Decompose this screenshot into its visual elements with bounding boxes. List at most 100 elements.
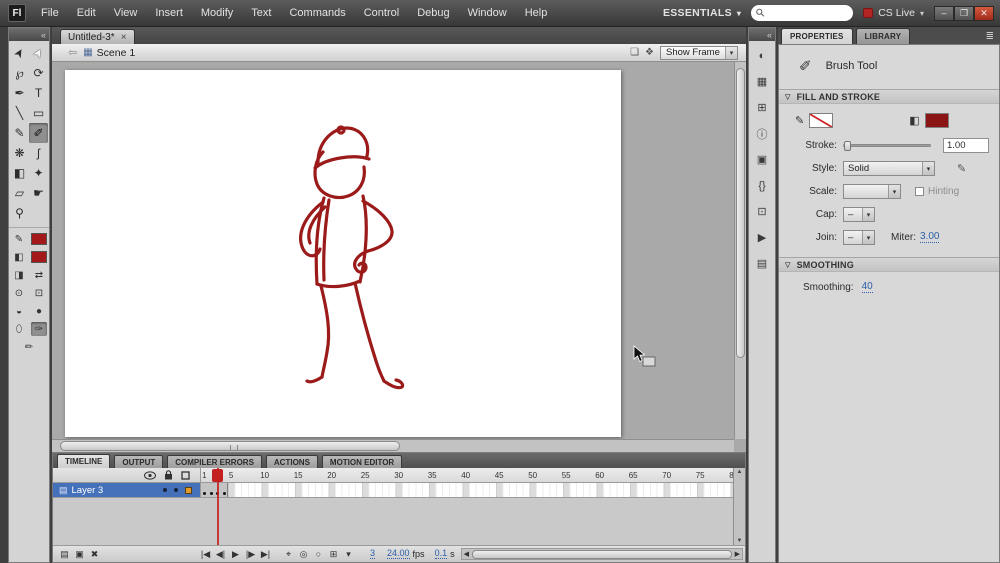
stage-vertical-scrollbar[interactable] xyxy=(734,62,746,439)
pasteboard[interactable] xyxy=(52,62,746,452)
transform-panel-icon[interactable]: ▣ xyxy=(751,149,773,170)
new-folder-button[interactable]: ▣ xyxy=(72,548,87,561)
lasso-tool[interactable]: ℘ xyxy=(10,63,29,83)
onion-skin-outlines-button[interactable]: ○ xyxy=(311,548,326,561)
scroll-down-icon[interactable]: ▼ xyxy=(737,538,743,544)
brush-mode-button[interactable]: ◒ xyxy=(11,304,27,318)
close-icon[interactable]: × xyxy=(121,32,127,43)
menu-item-view[interactable]: View xyxy=(105,0,147,27)
go-last-frame-button[interactable]: ▶| xyxy=(258,548,273,561)
paint-bucket-tool[interactable]: ◧ xyxy=(10,163,29,183)
lock-fill-button[interactable]: ⊡ xyxy=(31,286,47,300)
use-tilt-button[interactable]: ✏ xyxy=(21,340,37,354)
eye-icon[interactable] xyxy=(144,471,156,480)
app-logo-icon[interactable]: Fl xyxy=(8,4,26,22)
edit-symbols-icon[interactable]: ❖ xyxy=(645,47,654,58)
tools-panel-header[interactable]: « xyxy=(9,28,49,41)
eyedropper-tool[interactable]: ✦ xyxy=(29,163,48,183)
motion-presets-panel-icon[interactable]: ▶ xyxy=(751,227,773,248)
close-button[interactable]: ✕ xyxy=(974,6,994,21)
smoothing-section-header[interactable]: ▽ SMOOTHING xyxy=(779,257,999,272)
object-drawing-button[interactable]: ⊙ xyxy=(11,286,27,300)
cap-select[interactable]: – ▾ xyxy=(843,207,875,222)
menu-item-modify[interactable]: Modify xyxy=(192,0,242,27)
swatches-panel-icon[interactable]: ▦ xyxy=(751,71,773,92)
tab-actions[interactable]: ACTIONS xyxy=(266,455,318,468)
center-frame-button[interactable]: ⌖ xyxy=(281,548,296,561)
join-select[interactable]: – ▾ xyxy=(843,230,875,245)
free-transform-tool[interactable]: ⟳ xyxy=(29,63,48,83)
text-tool[interactable]: T xyxy=(29,83,48,103)
panel-menu-icon[interactable]: ≣ xyxy=(986,31,1000,44)
restore-button[interactable]: ❐ xyxy=(954,6,974,21)
layer-outline-swatch[interactable] xyxy=(185,487,192,494)
horizontal-scrollbar-thumb[interactable] xyxy=(60,441,400,451)
subselection-tool[interactable]: ➤ xyxy=(29,43,48,63)
menu-item-commands[interactable]: Commands xyxy=(280,0,354,27)
scroll-left-icon[interactable]: ◀ xyxy=(462,550,471,558)
scale-select[interactable]: ▾ xyxy=(843,184,901,199)
stroke-style-select[interactable]: Solid ▾ xyxy=(843,161,935,176)
keyframe-dot[interactable] xyxy=(203,492,206,495)
playhead-marker[interactable] xyxy=(212,469,223,482)
go-first-frame-button[interactable]: |◀ xyxy=(198,548,213,561)
delete-layer-button[interactable]: ✖ xyxy=(87,548,102,561)
onion-skin-button[interactable]: ◎ xyxy=(296,548,311,561)
stage-horizontal-scrollbar[interactable] xyxy=(52,439,734,452)
hinting-checkbox[interactable] xyxy=(915,187,924,196)
tab-properties[interactable]: PROPERTIES xyxy=(781,28,853,44)
components-panel-icon[interactable]: ⊡ xyxy=(751,201,773,222)
menu-item-text[interactable]: Text xyxy=(242,0,280,27)
edit-stroke-style-icon[interactable]: ✎ xyxy=(957,162,966,175)
lock-icon[interactable] xyxy=(164,470,173,480)
step-back-button[interactable]: ◀| xyxy=(213,548,228,561)
menu-item-control[interactable]: Control xyxy=(355,0,408,27)
fill-color-swatch[interactable] xyxy=(925,113,949,128)
stroke-weight-slider[interactable] xyxy=(843,144,931,147)
eraser-tool[interactable]: ▱ xyxy=(10,183,29,203)
selection-tool[interactable]: ➤ xyxy=(10,43,29,63)
use-pressure-button[interactable]: ✑ xyxy=(31,322,47,336)
layer-visibility-dot[interactable] xyxy=(163,488,167,492)
keyframe-block[interactable] xyxy=(201,483,228,497)
tab-library[interactable]: LIBRARY xyxy=(856,28,911,44)
timeline-hscroll-thumb[interactable] xyxy=(472,550,732,559)
fill-stroke-section-header[interactable]: ▽ FILL AND STROKE xyxy=(779,89,999,104)
play-button[interactable]: ▶ xyxy=(228,548,243,561)
bone-tool[interactable]: ʃ xyxy=(29,143,48,163)
zoom-tool[interactable]: ⚲ xyxy=(10,203,29,223)
deco-tool[interactable]: ❋ xyxy=(10,143,29,163)
dock-header[interactable]: « xyxy=(749,28,775,41)
frame-rate-value[interactable]: 24.00 xyxy=(387,549,410,559)
pen-tool[interactable]: ✒ xyxy=(10,83,29,103)
step-forward-button[interactable]: |▶ xyxy=(243,548,258,561)
color-panel-icon[interactable]: ◐ xyxy=(751,45,773,66)
slider-thumb[interactable] xyxy=(844,141,851,151)
minimize-button[interactable]: – xyxy=(934,6,954,21)
workspace-switcher[interactable]: ESSENTIALS ▾ xyxy=(663,7,741,19)
menu-item-help[interactable]: Help xyxy=(516,0,557,27)
swap-colors-button[interactable]: ⇄ xyxy=(31,268,47,282)
brush-shape-button[interactable]: ⬯ xyxy=(11,322,27,336)
search-input[interactable]: ⚲ xyxy=(751,5,853,21)
outline-column-icon[interactable] xyxy=(181,471,190,480)
keyframe-dot[interactable] xyxy=(210,492,213,495)
miter-value[interactable]: 3.00 xyxy=(920,232,939,243)
timeline-horizontal-scrollbar[interactable]: ◀ ▶ xyxy=(461,548,743,560)
edit-scene-icon[interactable]: ❏ xyxy=(630,47,639,58)
layer-row[interactable]: ▤ Layer 3 xyxy=(53,483,201,498)
modify-markers-button[interactable]: ▾ xyxy=(341,548,356,561)
fill-color-swatch[interactable] xyxy=(31,251,47,263)
fill-color-icon[interactable]: ◧ xyxy=(11,250,27,264)
menu-item-insert[interactable]: Insert xyxy=(146,0,192,27)
document-tab[interactable]: Untitled-3* × xyxy=(60,29,135,44)
menu-item-debug[interactable]: Debug xyxy=(408,0,458,27)
black-white-button[interactable]: ◨ xyxy=(11,268,27,282)
menu-item-file[interactable]: File xyxy=(32,0,68,27)
stroke-color-swatch[interactable] xyxy=(31,233,47,245)
scroll-right-icon[interactable]: ▶ xyxy=(733,550,742,558)
hand-tool[interactable]: ☛ xyxy=(29,183,48,203)
layer-lock-dot[interactable] xyxy=(174,488,178,492)
current-frame-value[interactable]: 3 xyxy=(370,549,375,559)
tab-compiler-errors[interactable]: COMPILER ERRORS xyxy=(167,455,262,468)
